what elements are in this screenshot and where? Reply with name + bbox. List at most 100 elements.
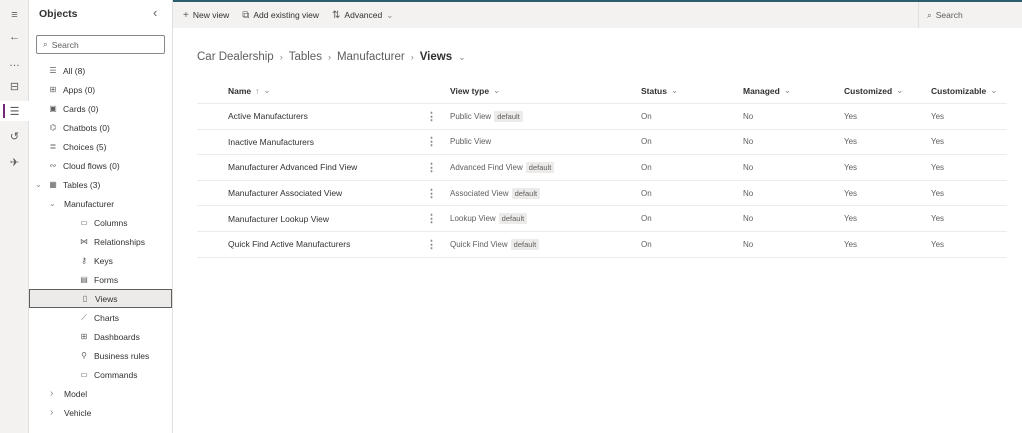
breadcrumb: Car Dealership › Tables › Manufacturer › Vi… xyxy=(197,51,466,63)
hamburger-icon[interactable]: ≡ xyxy=(0,5,29,25)
more-options-icon[interactable]: ⋮ xyxy=(426,130,437,155)
tree-item-keys[interactable]: ⚷ Keys xyxy=(29,251,172,270)
chevron-down-icon: ⌄ xyxy=(896,85,904,95)
tree-item-choices[interactable]: ≣ Choices (5) xyxy=(29,137,172,156)
book-icon[interactable]: ⊟ xyxy=(0,76,29,96)
table-row[interactable]: Quick Find Active Manufacturers ⋮ Quick Fi… xyxy=(197,232,1007,258)
breadcrumb-tables[interactable]: Tables xyxy=(289,51,322,63)
default-badge: default xyxy=(525,161,555,173)
column-header-name[interactable]: Name ↑ ⌄ xyxy=(228,78,271,103)
view-type: Public View xyxy=(450,130,491,155)
table-row[interactable]: Active Manufacturers ⋮ Public View default O… xyxy=(197,104,1007,130)
tree-item-vehicle[interactable]: › Vehicle xyxy=(29,403,172,422)
views-icon: ▯ xyxy=(82,294,88,303)
tree-item-cloud-flows[interactable]: ∾ Cloud flows (0) xyxy=(29,156,172,175)
tree-item-business-rules[interactable]: ⚲ Business rules xyxy=(29,346,172,365)
column-header-customizable[interactable]: Customizable ⌄ xyxy=(931,78,997,103)
tree-item-views[interactable]: ▯ Views xyxy=(29,289,172,308)
tree-item-dashboards[interactable]: ⊞ Dashboards xyxy=(29,327,172,346)
tree-item-manufacturer[interactable]: ⌄ Manufacturer xyxy=(29,194,172,213)
table-row[interactable]: Manufacturer Lookup View ⋮ Lookup View defa… xyxy=(197,206,1007,232)
breadcrumb-car-dealership[interactable]: Car Dealership xyxy=(197,51,274,63)
charts-icon: ⟋ xyxy=(81,312,87,322)
tree-item-label: Views xyxy=(95,293,118,304)
customizable-cell: Yes xyxy=(931,137,945,147)
chevron-down-icon[interactable]: ⌄ xyxy=(49,199,56,208)
business-rules-icon: ⚲ xyxy=(81,351,87,360)
search-icon: ⌕ xyxy=(43,39,48,49)
table-row[interactable]: Manufacturer Advanced Find View ⋮ Advanced… xyxy=(197,155,1007,181)
view-name[interactable]: Inactive Manufacturers xyxy=(228,130,314,155)
table-header: Name ↑ ⌄ View type ⌄ Status ⌄ Managed ⌄ Customize… xyxy=(197,78,1007,104)
more-options-icon[interactable]: ⋮ xyxy=(426,104,437,129)
chevron-down-icon[interactable]: ⌄ xyxy=(458,52,466,63)
chevron-down-icon: ⌄ xyxy=(493,85,501,95)
tree-item-relationships[interactable]: ⋈ Relationships xyxy=(29,232,172,251)
chevron-down-icon[interactable]: ⌄ xyxy=(35,180,42,189)
view-name[interactable]: Quick Find Active Manufacturers xyxy=(228,232,350,257)
tree-item-charts[interactable]: ⟋ Charts xyxy=(29,308,172,327)
more-options-icon[interactable]: ⋮ xyxy=(426,232,437,257)
objects-search-input[interactable]: ⌕ Search xyxy=(36,35,165,54)
global-search-input[interactable]: ⌕ Search xyxy=(918,2,1022,28)
tree-item-columns[interactable]: ▭ Columns xyxy=(29,213,172,232)
sort-ascending-icon: ↑ xyxy=(255,85,260,96)
chevron-right-icon[interactable]: › xyxy=(50,407,53,418)
tree-item-cards[interactable]: ▣ Cards (0) xyxy=(29,99,172,118)
columns-icon: ▭ xyxy=(80,218,88,227)
table-row[interactable]: Inactive Manufacturers ⋮ Public View On No Ye… xyxy=(197,130,1007,156)
column-header-customized[interactable]: Customized ⌄ xyxy=(844,78,903,103)
breadcrumb-manufacturer[interactable]: Manufacturer xyxy=(337,51,405,63)
view-type-label: Advanced Find View xyxy=(450,162,523,172)
more-options-icon[interactable]: ⋮ xyxy=(426,206,437,231)
chevron-down-icon: ⌄ xyxy=(386,9,394,20)
tree-item-forms[interactable]: ▤ Forms xyxy=(29,270,172,289)
customizable-cell: Yes xyxy=(931,188,945,198)
collapse-panel-icon[interactable]: ‹ xyxy=(153,5,157,20)
default-badge: default xyxy=(511,187,541,199)
tree-item-all[interactable]: ☰ All (8) xyxy=(29,61,172,80)
column-header-status[interactable]: Status ⌄ xyxy=(641,78,678,103)
status-cell: On xyxy=(641,239,652,249)
views-table: Name ↑ ⌄ View type ⌄ Status ⌄ Managed ⌄ Customize… xyxy=(197,78,1007,258)
column-label: Managed xyxy=(743,85,780,96)
left-rail: ≡ ← … ⊟ ☰ ↺ ✈ xyxy=(0,0,29,433)
status-cell: On xyxy=(641,162,652,172)
add-existing-view-button[interactable]: ⧉ Add existing view xyxy=(239,10,322,21)
object-tree-icon[interactable]: ☰ xyxy=(0,101,29,121)
more-options-icon[interactable]: ⋮ xyxy=(426,181,437,206)
tree-item-label: Apps (0) xyxy=(63,84,96,95)
tree-item-tables[interactable]: ⌄ ▦ Tables (3) xyxy=(29,175,172,194)
advanced-button[interactable]: ⇅ Advanced ⌄ xyxy=(329,10,396,21)
view-type-label: Quick Find View xyxy=(450,239,508,249)
new-view-button[interactable]: + New view xyxy=(180,10,232,21)
status-cell: On xyxy=(641,188,652,198)
view-name[interactable]: Active Manufacturers xyxy=(228,104,308,129)
tree-item-label: Columns xyxy=(94,217,128,228)
table-row[interactable]: Manufacturer Associated View ⋮ Associated … xyxy=(197,181,1007,207)
view-type-label: Public View xyxy=(450,137,492,147)
column-label: View type xyxy=(450,85,490,96)
tree-item-chatbots[interactable]: ⌬ Chatbots (0) xyxy=(29,118,172,137)
view-name[interactable]: Manufacturer Associated View xyxy=(228,181,342,206)
managed-cell: No xyxy=(743,239,754,249)
chevron-right-icon: › xyxy=(279,52,283,62)
chevron-right-icon[interactable]: › xyxy=(50,388,53,399)
tree-item-commands[interactable]: ▭ Commands xyxy=(29,365,172,384)
breadcrumb-views[interactable]: Views xyxy=(420,51,452,63)
managed-cell: No xyxy=(743,188,754,198)
back-arrow-icon[interactable]: ← xyxy=(0,27,29,47)
column-header-managed[interactable]: Managed ⌄ xyxy=(743,78,791,103)
more-options-icon[interactable]: ⋮ xyxy=(426,155,437,180)
rocket-icon[interactable]: ✈ xyxy=(0,152,29,172)
tree-item-model[interactable]: › Model xyxy=(29,384,172,403)
history-icon[interactable]: ↺ xyxy=(0,126,29,146)
more-icon[interactable]: … xyxy=(0,53,29,73)
view-name[interactable]: Manufacturer Lookup View xyxy=(228,206,329,231)
view-name[interactable]: Manufacturer Advanced Find View xyxy=(228,155,357,180)
tree-item-label: Model xyxy=(64,388,88,399)
view-type: Associated View default xyxy=(450,181,541,206)
tree-item-apps[interactable]: ⊞ Apps (0) xyxy=(29,80,172,99)
dashboards-icon: ⊞ xyxy=(80,332,88,341)
column-header-view-type[interactable]: View type ⌄ xyxy=(450,78,500,103)
